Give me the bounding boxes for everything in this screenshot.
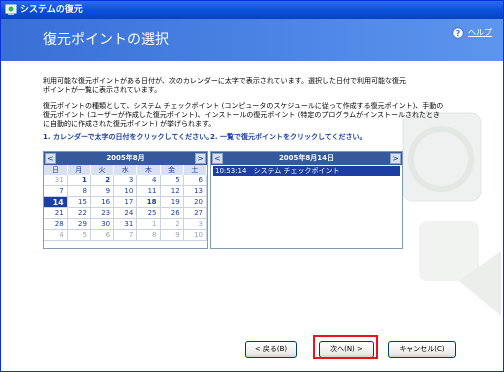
calendar-day[interactable]: 21: [44, 207, 68, 219]
calendar-day[interactable]: 26: [160, 207, 184, 219]
calendar-day[interactable]: 7: [44, 185, 68, 197]
calendar-day[interactable]: 1: [67, 175, 91, 186]
calendar-day[interactable]: 24: [113, 207, 138, 219]
calendar-day[interactable]: 22: [67, 207, 91, 219]
restore-list-prev-day-button[interactable]: <: [212, 153, 223, 164]
title-bar: システムの復元: [1, 1, 503, 19]
intro-text-line-1: 利用可能な復元ポイントがある日付が、次のカレンダーに太字で表示されています。選択…: [43, 77, 406, 85]
calendar-day[interactable]: 9: [90, 185, 115, 197]
weekday-header: 金: [160, 165, 184, 175]
calendar-day[interactable]: 25: [136, 207, 161, 219]
page-title: 復元ポイントの選択: [43, 32, 169, 48]
calendar-day[interactable]: 9: [160, 229, 184, 241]
calendar-day[interactable]: 23: [90, 207, 115, 219]
calendar-day[interactable]: 7: [113, 229, 138, 241]
calendar-day[interactable]: 15: [67, 196, 91, 208]
calendar-day[interactable]: 4: [136, 175, 161, 186]
calendar-day[interactable]: 5: [67, 229, 91, 241]
window-title: システムの復元: [20, 5, 83, 15]
cancel-button[interactable]: キャンセル(C): [388, 341, 456, 358]
calendar-day[interactable]: 20: [183, 196, 208, 208]
calendar-month-title: 2005年8月: [106, 154, 145, 162]
calendar-day[interactable]: 16: [90, 196, 115, 208]
calendar-day[interactable]: 3: [183, 218, 208, 230]
system-restore-window: システムの復元 復元ポイントの選択 ? ヘルプ 利用可能な復元ポイントがある日付…: [0, 0, 504, 372]
calendar-day[interactable]: 19: [160, 196, 184, 208]
calendar-day[interactable]: 11: [136, 185, 161, 197]
calendar-day[interactable]: 18: [136, 196, 161, 208]
calendar-day[interactable]: 31: [113, 218, 138, 230]
calendar-day-selected[interactable]: 14: [44, 196, 68, 208]
instruction-step-2: 2. 一覧で復元ポイントをクリックしてください。: [210, 133, 367, 141]
system-restore-icon: [5, 4, 17, 15]
background-decoration-graphic: [402, 112, 501, 316]
intro-text-line-5: に自動的に作成された復元ポイント) が挙げられます。: [43, 120, 216, 128]
calendar-day[interactable]: 13: [183, 185, 208, 197]
calendar-next-month-button[interactable]: >: [195, 153, 206, 164]
calendar-day[interactable]: 10: [183, 229, 208, 241]
calendar-header: < 2005年8月 >: [44, 152, 207, 165]
restore-list-header: < 2005年8月14日 >: [211, 152, 402, 165]
instruction-step-1: 1. カレンダーで太字の日付をクリックしてください。: [43, 133, 214, 141]
calendar-day[interactable]: 27: [183, 207, 208, 219]
calendar-day[interactable]: 31: [44, 175, 68, 186]
calendar-day[interactable]: 10: [113, 185, 138, 197]
weekday-header: 日: [44, 165, 68, 175]
calendar-day[interactable]: 4: [44, 229, 68, 241]
back-button[interactable]: < 戻る(B): [245, 341, 297, 358]
help-link[interactable]: ヘルプ: [468, 28, 492, 38]
calendar-day[interactable]: 29: [67, 218, 91, 230]
calendar-grid: 日 月 火 水 木 金 土 31 1 2 3 4 5 6 7 8 9 10 11…: [44, 165, 208, 241]
calendar-day[interactable]: 2: [160, 218, 184, 230]
intro-text-line-4: 復元ポイント (ユーザーが作成した復元ポイント)、インストールの復元ポイント (…: [43, 111, 441, 119]
calendar-day[interactable]: 5: [160, 175, 184, 186]
calendar-day[interactable]: 2: [90, 175, 115, 186]
weekday-header: 土: [183, 165, 208, 175]
calendar-day[interactable]: 6: [90, 229, 115, 241]
wizard-header: 復元ポイントの選択 ? ヘルプ: [1, 19, 503, 61]
highlight-box: [313, 335, 378, 359]
weekday-header: 木: [136, 165, 161, 175]
calendar-prev-month-button[interactable]: <: [45, 153, 56, 164]
calendar-day[interactable]: 12: [160, 185, 184, 197]
calendar-day[interactable]: 17: [113, 196, 138, 208]
restore-point-item[interactable]: 10:53:14 システム チェックポイント: [213, 166, 400, 176]
weekday-header: 水: [113, 165, 138, 175]
calendar-day[interactable]: 30: [90, 218, 115, 230]
weekday-header: 火: [90, 165, 115, 175]
calendar-day[interactable]: 3: [113, 175, 138, 186]
calendar: < 2005年8月 > 日 月 火 水 木 金 土 31 1 2 3 4 5 6…: [43, 151, 208, 249]
calendar-day[interactable]: 8: [136, 229, 161, 241]
calendar-day[interactable]: 1: [136, 218, 161, 230]
restore-list-date-title: 2005年8月14日: [278, 154, 335, 162]
calendar-day[interactable]: 28: [44, 218, 68, 230]
restore-point-list: < 2005年8月14日 > 10:53:14 システム チェックポイント: [210, 151, 403, 249]
help-icon[interactable]: ?: [452, 27, 464, 39]
calendar-day[interactable]: 8: [67, 185, 91, 197]
weekday-header: 月: [67, 165, 91, 175]
restore-list-next-day-button[interactable]: >: [390, 153, 401, 164]
intro-text-line-2: ポイントが一覧に表示されています。: [43, 86, 162, 94]
calendar-day[interactable]: 6: [183, 175, 208, 186]
svg-text:?: ?: [456, 29, 461, 38]
intro-text-line-3: 復元ポイントの種類として、システム チェックポイント (コンピュータのスケジュー…: [43, 102, 444, 110]
